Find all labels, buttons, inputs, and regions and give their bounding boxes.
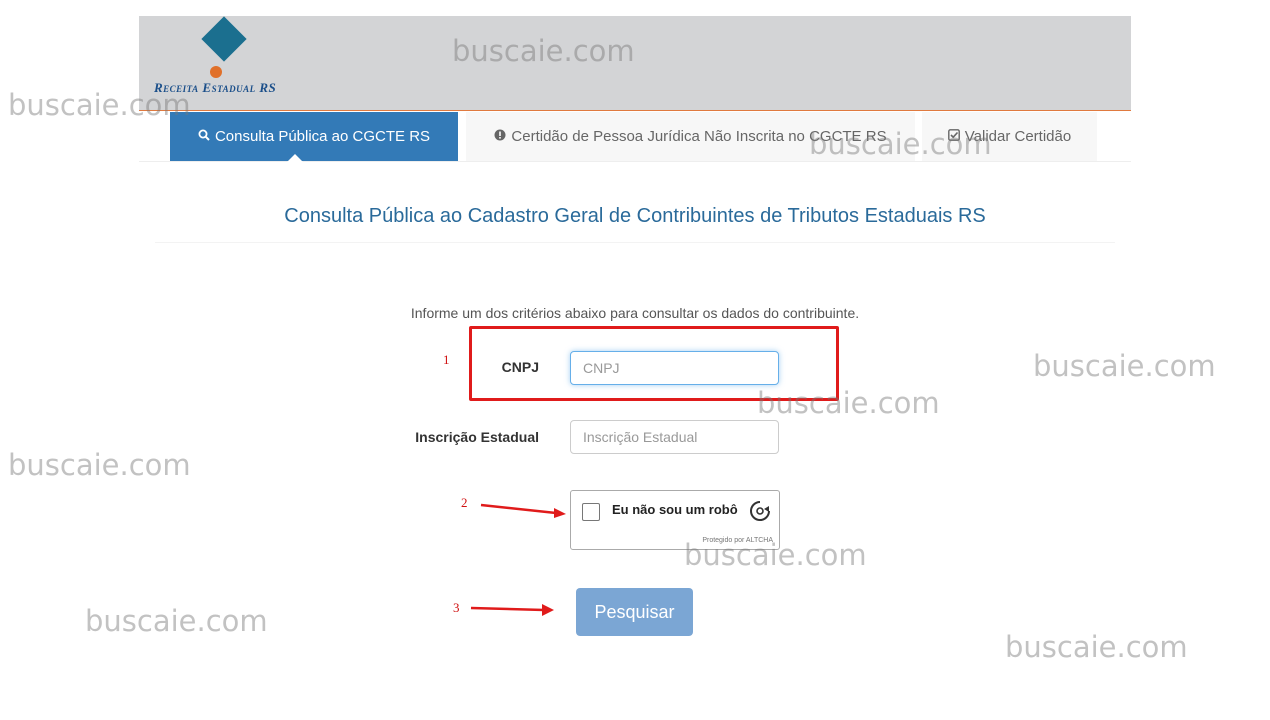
site-header: Receita Estadual RS [139, 16, 1131, 111]
tab-label: Consulta Pública ao CGCTE RS [214, 128, 431, 145]
watermark: buscaie.com [809, 127, 992, 161]
watermark: buscaie.com [452, 34, 635, 68]
search-icon [198, 129, 210, 144]
ie-label: Inscrição Estadual [415, 429, 539, 445]
captcha-checkbox[interactable] [582, 503, 600, 521]
arrow-2-icon [480, 503, 566, 518]
watermark: buscaie.com [1005, 630, 1188, 664]
logo-diamond-icon [201, 16, 247, 62]
captcha-logo-icon [750, 501, 770, 521]
watermark: buscaie.com [85, 604, 268, 638]
page-title: Consulta Pública ao Cadastro Geral de Co… [284, 205, 986, 227]
watermark: buscaie.com [8, 448, 191, 482]
captcha-label: Eu não sou um robô [612, 502, 738, 517]
watermark: buscaie.com [8, 88, 191, 122]
logo-dot-icon [210, 66, 222, 78]
watermark: buscaie.com [684, 538, 867, 572]
divider [155, 242, 1115, 243]
instructions-text: Informe um dos critérios abaixo para con… [410, 305, 860, 321]
step-2-annotation: 2 [461, 495, 468, 510]
step-3-annotation: 3 [453, 600, 460, 615]
info-circle-icon [494, 129, 506, 144]
watermark: buscaie.com [757, 386, 940, 420]
tab-consulta-publica[interactable]: Consulta Pública ao CGCTE RS [170, 112, 458, 162]
search-button[interactable]: Pesquisar [576, 588, 693, 636]
watermark: buscaie.com [1033, 349, 1216, 383]
ie-input[interactable] [570, 420, 779, 454]
arrow-3-icon [470, 604, 554, 616]
